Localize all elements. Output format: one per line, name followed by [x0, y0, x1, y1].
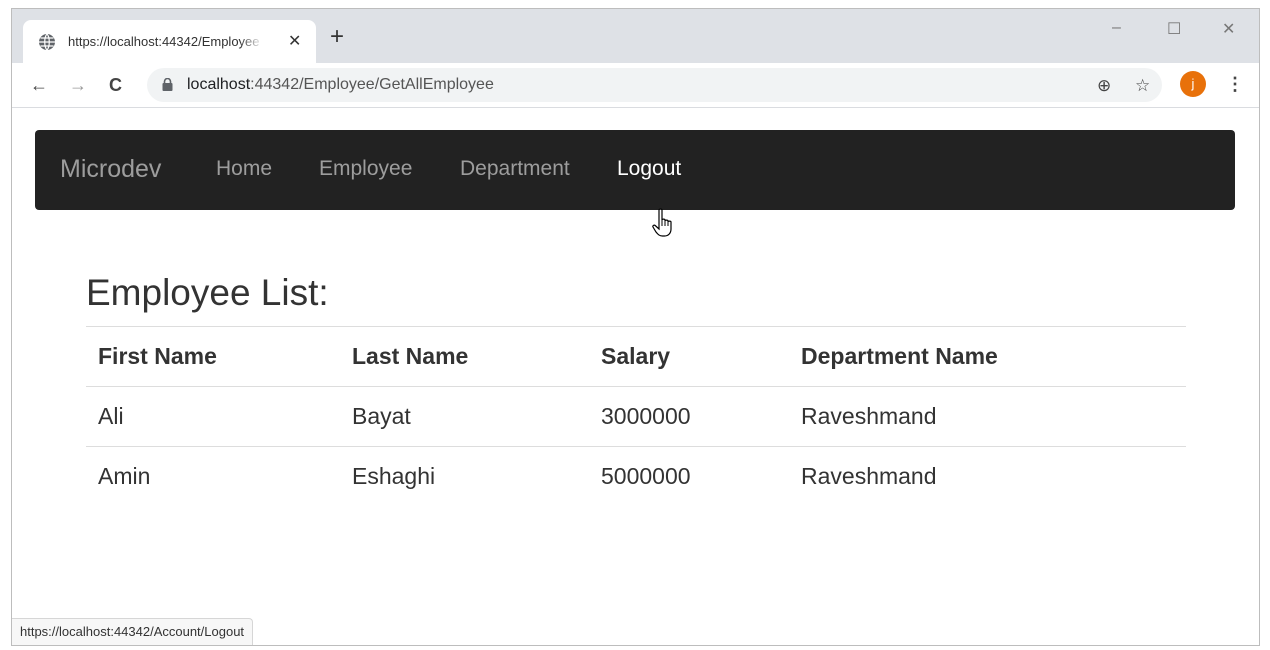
column-header: Salary	[589, 326, 789, 387]
back-button[interactable]: ←	[30, 75, 48, 95]
table-row: Ali Bayat 3000000 Raveshmand	[86, 386, 1186, 447]
hand-pointer-cursor-icon	[652, 208, 672, 237]
page-title: Employee List:	[86, 272, 329, 313]
lock-icon	[162, 78, 173, 91]
tab-strip: https://localhost:44342/Employee ✕ + – ☐…	[12, 9, 1259, 63]
column-header: Department Name	[789, 326, 1186, 387]
table-cell: 3000000	[589, 386, 789, 447]
globe-icon	[39, 33, 55, 51]
address-bar[interactable]: localhost:44342/Employee/GetAllEmployee …	[147, 68, 1162, 102]
navbar-brand[interactable]: Microdev	[60, 155, 161, 184]
tab-close-icon[interactable]: ✕	[288, 31, 301, 51]
table-cell: Eshaghi	[340, 446, 589, 506]
table-cell: Amin	[86, 446, 340, 506]
nav-link-home[interactable]: Home	[216, 157, 272, 181]
url-text[interactable]: localhost:44342/Employee/GetAllEmployee	[187, 76, 494, 94]
nav-link-department[interactable]: Department	[460, 157, 570, 181]
column-header: First Name	[86, 326, 340, 387]
tab-title: https://localhost:44342/Employee	[68, 34, 260, 49]
employee-table: First Name Last Name Salary Department N…	[86, 326, 1186, 506]
new-tab-button[interactable]: +	[330, 25, 344, 49]
table-cell: Bayat	[340, 386, 589, 447]
url-path: :44342/Employee/GetAllEmployee	[250, 76, 494, 93]
forward-button[interactable]: →	[69, 75, 87, 95]
bookmark-star-icon[interactable]: ☆	[1135, 76, 1150, 96]
table-row: Amin Eshaghi 5000000 Raveshmand	[86, 446, 1186, 506]
table-header-row: First Name Last Name Salary Department N…	[86, 326, 1186, 387]
site-navbar: Microdev Home Employee Department Logout	[35, 130, 1235, 210]
minimize-button[interactable]: –	[1112, 19, 1121, 37]
column-header: Last Name	[340, 326, 589, 387]
reload-button[interactable]: C	[109, 75, 122, 95]
zoom-icon[interactable]: ⊕	[1097, 76, 1111, 96]
nav-link-employee[interactable]: Employee	[319, 157, 412, 181]
table-cell: Raveshmand	[789, 386, 1186, 447]
table-cell: Ali	[86, 386, 340, 447]
close-window-button[interactable]: ✕	[1222, 19, 1235, 39]
profile-avatar[interactable]: j	[1180, 71, 1206, 97]
browser-toolbar: ← → C localhost:44342/Employee/GetAllEmp…	[12, 63, 1259, 108]
maximize-button[interactable]: ☐	[1167, 19, 1181, 39]
browser-tab[interactable]: https://localhost:44342/Employee ✕	[23, 20, 316, 63]
browser-menu-icon[interactable]: ⋮	[1226, 71, 1244, 97]
url-host: localhost	[187, 76, 251, 93]
page-content: Microdev Home Employee Department Logout…	[12, 108, 1259, 645]
nav-link-logout[interactable]: Logout	[617, 157, 681, 181]
browser-window: https://localhost:44342/Employee ✕ + – ☐…	[11, 8, 1260, 646]
table-cell: Raveshmand	[789, 446, 1186, 506]
status-bar-url: https://localhost:44342/Account/Logout	[12, 618, 254, 645]
table-cell: 5000000	[589, 446, 789, 506]
